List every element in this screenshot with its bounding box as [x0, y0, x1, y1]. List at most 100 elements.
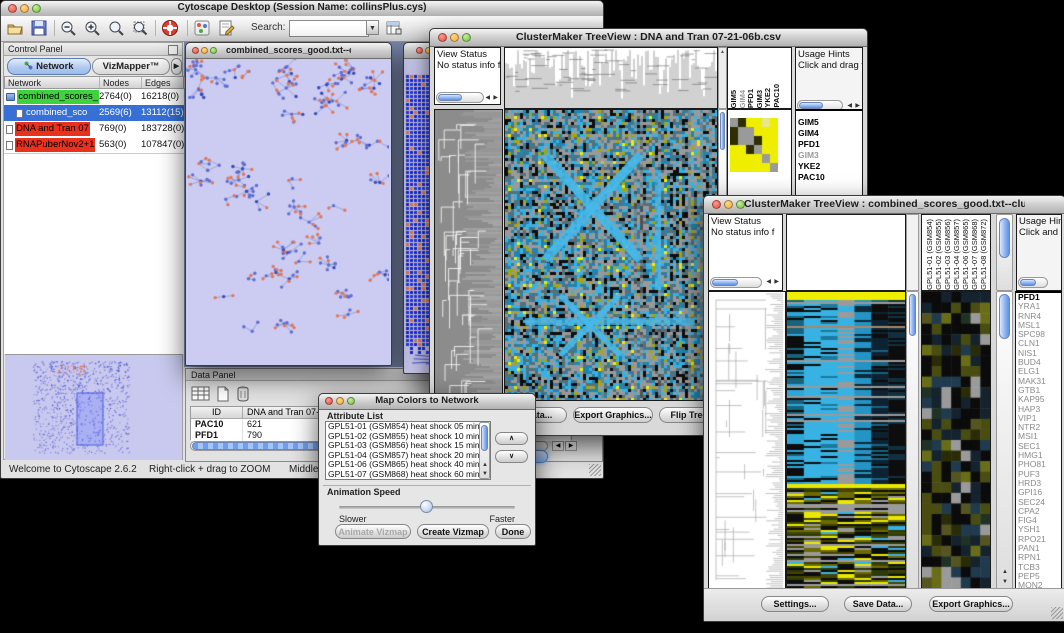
view-status-hscrollbar[interactable] — [436, 92, 484, 103]
gene-label[interactable]: SEC24 — [1016, 498, 1061, 507]
gene-label[interactable]: NTR2 — [1016, 423, 1061, 432]
minimize-button[interactable] — [20, 4, 29, 13]
resize-grip[interactable] — [589, 464, 601, 476]
minimize-button[interactable] — [450, 33, 459, 42]
close-button[interactable] — [416, 47, 423, 54]
close-button[interactable] — [438, 33, 447, 42]
hscroll-thumb[interactable] — [712, 279, 738, 286]
vizmapper-icon[interactable] — [193, 19, 211, 37]
gene-label[interactable]: GTB1 — [1016, 386, 1061, 395]
gene-label[interactable]: PHO81 — [1016, 460, 1061, 469]
gene-label[interactable]: GPI16 — [1016, 488, 1061, 497]
gene-label[interactable]: HAP3 — [1016, 405, 1061, 414]
search-input[interactable] — [289, 20, 369, 37]
network-view-titlebar[interactable]: combined_scores_good.txt--cluste... — [186, 43, 391, 59]
hscroll-thumb[interactable] — [438, 94, 462, 101]
tab-overflow-arrow[interactable]: ▶ — [171, 58, 182, 75]
zoom-button[interactable] — [347, 397, 355, 405]
treeview2-titlebar[interactable]: ClusterMaker TreeView : combined_scores_… — [704, 196, 1064, 214]
gene-label[interactable]: YKE2 — [796, 161, 862, 172]
heatmap-vscrollbar[interactable] — [906, 291, 919, 589]
scroll-up-arrow[interactable]: ▲ — [482, 461, 488, 469]
close-button[interactable] — [8, 4, 17, 13]
row-dendrogram-canvas[interactable] — [709, 292, 785, 588]
minimize-button[interactable] — [201, 47, 208, 54]
zoom-button[interactable] — [210, 47, 217, 54]
zoom-fit-icon[interactable] — [107, 19, 125, 37]
minimize-button[interactable] — [724, 200, 733, 209]
move-up-button[interactable]: ∧ — [495, 432, 528, 445]
vscroll-thumb[interactable] — [999, 218, 1010, 258]
network-view-canvas[interactable] — [186, 59, 389, 364]
scroll-right-arrow[interactable]: ▶ — [774, 278, 779, 286]
gene-label[interactable]: BUD4 — [1016, 358, 1061, 367]
vscroll-thumb[interactable] — [720, 112, 725, 150]
annotation-icon[interactable] — [217, 19, 235, 37]
new-attribute-icon[interactable] — [215, 385, 231, 408]
gene-label[interactable]: RNR4 — [1016, 312, 1061, 321]
col-edges[interactable]: Edges — [142, 77, 185, 88]
gene-label[interactable]: YSH1 — [1016, 525, 1061, 534]
attribute-item[interactable]: GPL51-06 (GSM865) heat shock 40 min — [326, 460, 490, 470]
scroll-up-arrow[interactable]: ▲ — [1002, 568, 1008, 576]
cytoscape-titlebar[interactable]: Cytoscape Desktop (Session Name: collins… — [1, 1, 603, 17]
delete-attribute-icon[interactable] — [235, 385, 251, 408]
gene-label[interactable]: GIM4 — [796, 128, 862, 139]
tab-network[interactable]: Network — [7, 58, 91, 75]
scroll-left-arrow[interactable]: ◀ — [485, 94, 490, 102]
mini-vscrollbar[interactable]: ▲ — [718, 47, 727, 109]
close-button[interactable] — [712, 200, 721, 209]
help-icon[interactable] — [161, 19, 179, 37]
vscroll-thumb[interactable] — [999, 294, 1010, 339]
gene-label[interactable]: PFD1 — [1016, 293, 1061, 302]
move-down-button[interactable]: ∨ — [495, 450, 528, 463]
gene-label[interactable]: VIP1 — [1016, 414, 1061, 423]
gene-label[interactable]: RPO21 — [1016, 535, 1061, 544]
heatmap-canvas[interactable] — [787, 292, 905, 588]
zoom-heatmap-canvas[interactable] — [922, 292, 990, 588]
attribute-listbox[interactable]: GPL51-01 (GSM854) heat shock 05 minGPL51… — [325, 421, 491, 480]
import-table-icon[interactable] — [385, 19, 403, 37]
attribute-item[interactable]: GPL51-01 (GSM854) heat shock 05 min — [326, 422, 490, 432]
col-nodes[interactable]: Nodes — [100, 77, 142, 88]
gene-label[interactable]: PUF3 — [1016, 470, 1061, 479]
gene-label[interactable]: CLN1 — [1016, 339, 1061, 348]
create-vizmap-button[interactable]: Create Vizmap — [417, 524, 489, 539]
network-overview-panel[interactable] — [5, 354, 182, 460]
gene-label[interactable]: GIM5 — [796, 117, 862, 128]
zoom-selected-icon[interactable] — [131, 19, 149, 37]
vscroll-thumb[interactable] — [481, 425, 488, 451]
attribute-select-icon[interactable] — [191, 385, 211, 408]
open-session-icon[interactable] — [6, 19, 24, 37]
done-button[interactable]: Done — [495, 524, 531, 539]
close-button[interactable] — [325, 397, 333, 405]
gene-label[interactable]: KAP95 — [1016, 395, 1061, 404]
attribute-item[interactable]: GPL51-07 (GSM868) heat shock 60 min — [326, 470, 490, 480]
gene-label[interactable]: SEC1 — [1016, 442, 1061, 451]
animate-vizmap-button[interactable]: Animate Vizmap — [335, 524, 411, 539]
column-dendrogram-canvas[interactable] — [505, 48, 717, 108]
heatmap-canvas[interactable] — [505, 110, 717, 400]
gene-label[interactable]: TCB3 — [1016, 563, 1061, 572]
labels-vscrollbar[interactable] — [996, 214, 1013, 291]
network-list-row[interactable]: RNAPuberNov2+1563(0)107847(0) — [4, 137, 184, 153]
minimize-button[interactable] — [336, 397, 344, 405]
vscroll-thumb[interactable] — [909, 294, 916, 336]
gene-label[interactable]: HMG1 — [1016, 451, 1061, 460]
gene-label[interactable]: YRA1 — [1016, 302, 1061, 311]
scroll-down-arrow[interactable]: ▼ — [1002, 578, 1008, 586]
attribute-item[interactable]: GPL51-02 (GSM855) heat shock 10 min — [326, 432, 490, 442]
scroll-right-arrow[interactable]: ▶ — [493, 94, 498, 102]
float-panel-icon[interactable] — [168, 45, 178, 55]
genes-vscrollbar[interactable]: ▲ ▼ — [996, 291, 1013, 589]
hscroll-thumb[interactable] — [799, 102, 823, 109]
close-button[interactable] — [192, 47, 199, 54]
network-list-row[interactable]: combined_scores_2764(0)16218(0) — [4, 89, 184, 105]
zoom-button[interactable] — [32, 4, 41, 13]
scroll-left-arrow[interactable]: ◀ — [552, 441, 564, 451]
network-list-row[interactable]: combined_sco2569(6)13112(15) — [4, 105, 184, 121]
scroll-right-arrow[interactable]: ▶ — [565, 441, 577, 451]
gene-label[interactable]: HRD3 — [1016, 479, 1061, 488]
tab-vizmapper[interactable]: VizMapper™ — [92, 58, 170, 75]
gene-label[interactable]: SPC98 — [1016, 330, 1061, 339]
